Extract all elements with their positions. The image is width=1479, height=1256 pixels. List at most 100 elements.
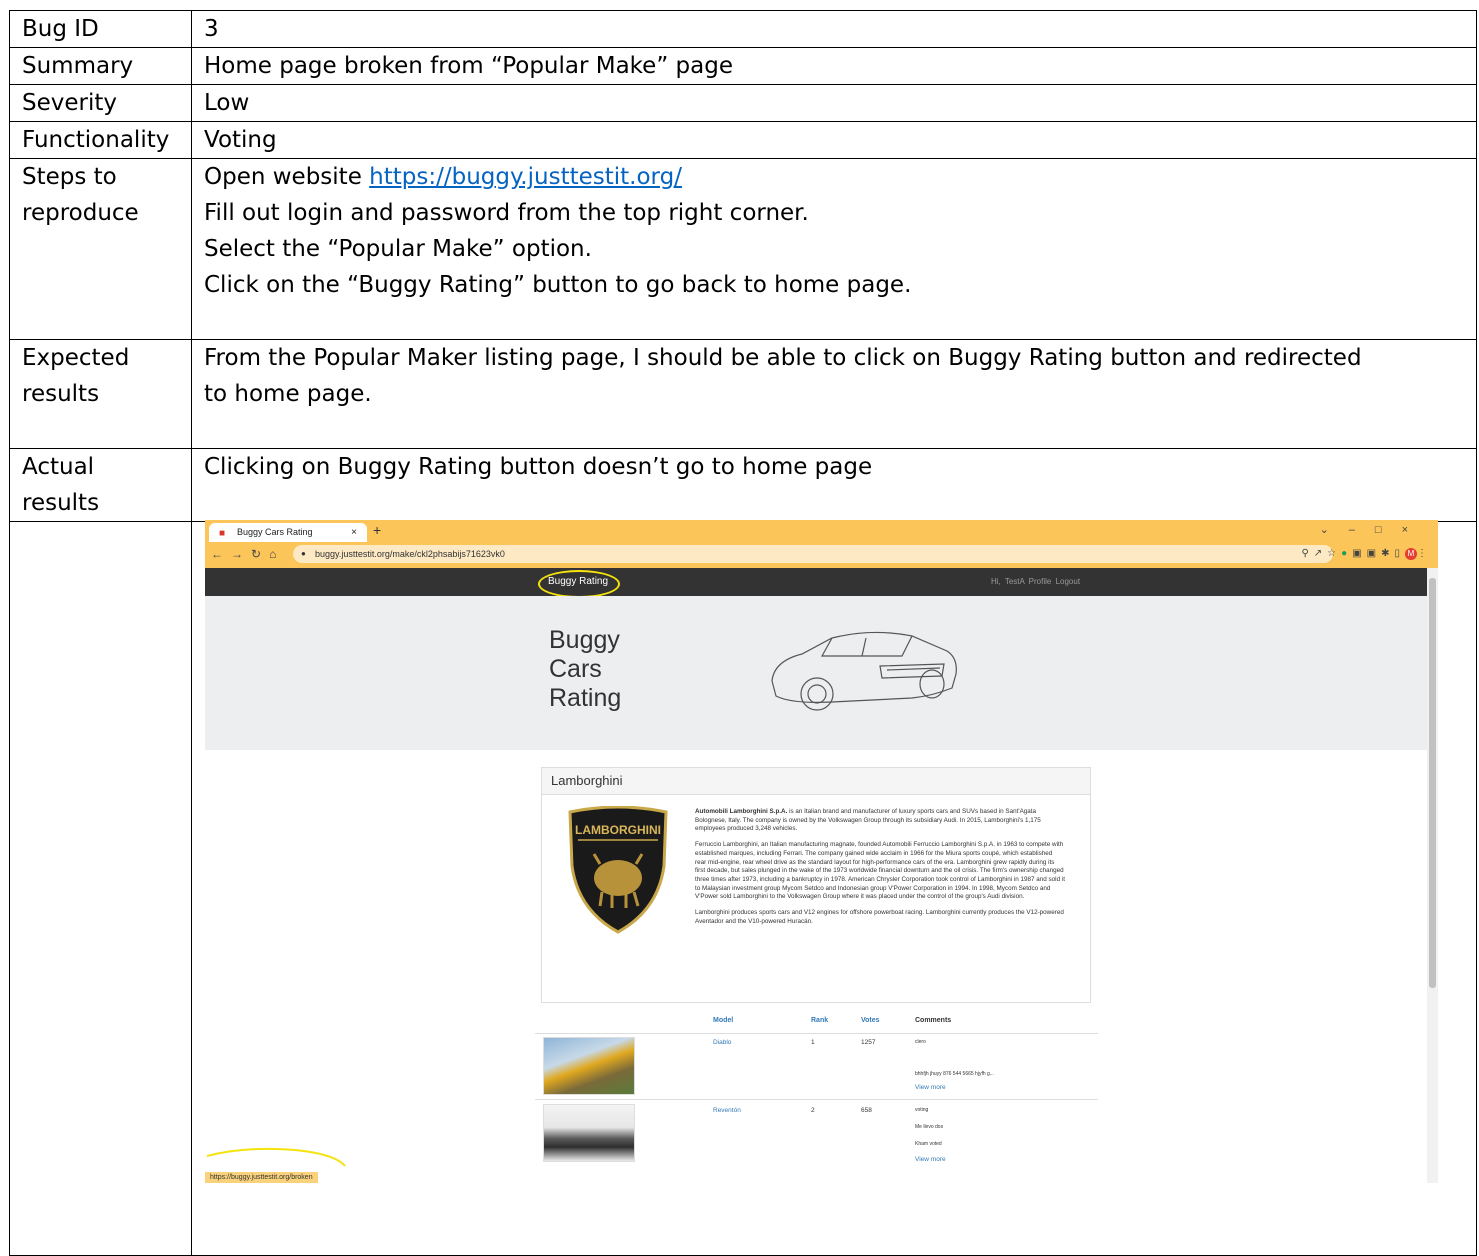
website-viewport: Buggy Rating Hi, TestA Profile Logout Bu…: [205, 568, 1427, 1183]
bug-id-label: Bug ID: [9, 10, 192, 48]
user-menu: Hi, TestA Profile Logout: [991, 577, 1080, 586]
user-greeting: Hi, TestA: [991, 577, 1025, 586]
back-icon[interactable]: ←: [211, 547, 231, 561]
row-2-rank: 2: [811, 1107, 815, 1114]
hero-title: Buggy Cars Rating: [549, 626, 669, 713]
row-steps: Steps to reproduce Open website https://…: [9, 158, 1477, 340]
summary-label: Summary: [9, 47, 192, 85]
row-2-model[interactable]: Reventón: [713, 1107, 741, 1114]
restore-icon[interactable]: □: [1375, 524, 1402, 536]
row-1-model[interactable]: Diablo: [713, 1039, 731, 1046]
row-expected: Expected results From the Popular Maker …: [9, 339, 1477, 449]
row-2-votes: 658: [861, 1107, 872, 1114]
logo-text: LAMBORGHINI: [575, 823, 661, 837]
zoom-icon[interactable]: ⚲: [1301, 548, 1313, 559]
row-2-comment-2: Me llevo dos: [915, 1124, 944, 1130]
functionality-label: Functionality: [9, 121, 192, 159]
expected-label-line-2: results: [22, 381, 100, 407]
row-functionality: Functionality Voting: [9, 121, 1477, 159]
share-icon[interactable]: ↗: [1314, 548, 1327, 559]
reload-icon[interactable]: ↻: [251, 547, 269, 561]
desc-paragraph-1: Automobili Lamborghini S.p.A. is an Ital…: [695, 808, 1065, 834]
tab-title: Buggy Cars Rating: [237, 527, 313, 537]
expected-line-1: From the Popular Maker listing page, I s…: [204, 345, 1362, 371]
steps-value: Open website https://buggy.justtestit.or…: [191, 158, 1477, 340]
reventon-thumbnail[interactable]: [543, 1104, 635, 1162]
hero-title-line-3: Rating: [549, 684, 622, 712]
extension-icons: ⚲↗☆●▣▣✱▯ M ⋮: [1301, 548, 1432, 560]
expected-label: Expected results: [9, 339, 192, 449]
website-link[interactable]: https://buggy.justtestit.org/: [369, 164, 682, 190]
row-1-view-more[interactable]: View more: [915, 1084, 946, 1091]
url-field[interactable]: ● buggy.justtestit.org/make/ckl2phsabijs…: [293, 545, 1333, 563]
row-1-comment-2: bhhfjh jhuyy 876 544 5665 hjyfh g...: [915, 1071, 994, 1077]
car-sketch-icon: [771, 631, 957, 711]
extension-icon-2[interactable]: ▣: [1367, 548, 1381, 559]
nav-buttons: ←→↻⌂: [211, 547, 284, 561]
address-bar-row: ←→↻⌂ ● buggy.justtestit.org/make/ckl2phs…: [205, 542, 1438, 568]
severity-label: Severity: [9, 84, 192, 122]
step-open-prefix: Open website: [204, 164, 370, 190]
close-window-icon[interactable]: ×: [1402, 524, 1428, 536]
puzzle-icon[interactable]: ✱: [1381, 548, 1394, 559]
hero-banner: Buggy Cars Rating: [205, 596, 1427, 750]
header-divider: [535, 1033, 1098, 1034]
star-icon[interactable]: ☆: [1327, 548, 1341, 559]
header-model[interactable]: Model: [713, 1017, 733, 1024]
make-description: Automobili Lamborghini S.p.A. is an Ital…: [695, 808, 1065, 933]
forward-icon[interactable]: →: [231, 547, 251, 561]
desc-paragraph-3: Lamborghini produces sports cars and V12…: [695, 909, 1064, 925]
step-2: Select the “Popular Make” option.: [204, 236, 592, 262]
minimize-icon[interactable]: –: [1349, 524, 1375, 536]
evidence-screenshot: ■ Buggy Cars Rating × + ⌄–□× ←→↻⌂ ● bugg…: [205, 520, 1438, 1183]
row-2-view-more[interactable]: View more: [915, 1156, 946, 1163]
menu-icon[interactable]: ⋮: [1417, 548, 1432, 559]
actual-label-line-2: results: [22, 490, 100, 516]
highlight-circle: [538, 570, 620, 598]
expected-label-line-1: Expected: [22, 345, 130, 371]
home-icon[interactable]: ⌂: [269, 547, 284, 561]
sidepanel-icon[interactable]: ▯: [1394, 548, 1405, 559]
steps-label-line-2: reproduce: [22, 200, 139, 226]
logout-link[interactable]: Logout: [1056, 577, 1080, 586]
hero-title-line-2: Cars: [549, 655, 602, 683]
steps-label: Steps to reproduce: [9, 158, 192, 340]
row-1-comment-1: clero: [915, 1039, 926, 1045]
lock-icon: ●: [301, 549, 306, 558]
row-severity: Severity Low: [9, 84, 1477, 122]
header-votes[interactable]: Votes: [861, 1017, 880, 1024]
highlight-underline: [206, 1147, 346, 1167]
bug-id-value: 3: [191, 10, 1477, 48]
summary-value: Home page broken from “Popular Make” pag…: [191, 47, 1477, 85]
step-3: Click on the “Buggy Rating” button to go…: [204, 272, 912, 298]
profile-link[interactable]: Profile: [1029, 577, 1052, 586]
grammarly-icon[interactable]: ●: [1341, 548, 1352, 559]
severity-value: Low: [191, 84, 1477, 122]
scrollbar-thumb[interactable]: [1429, 578, 1436, 988]
hero-title-line-1: Buggy: [549, 626, 620, 654]
browser-tab[interactable]: ■ Buggy Cars Rating ×: [209, 523, 367, 542]
screenshot-label-cell: [9, 521, 192, 1256]
step-1: Fill out login and password from the top…: [204, 200, 809, 226]
header-rank[interactable]: Rank: [811, 1017, 828, 1024]
status-bar-url: https://buggy.justtestit.org/broken: [205, 1172, 318, 1183]
actual-label: Actual results: [9, 448, 192, 522]
desc-paragraph-2: Ferruccio Lamborghini, an Italian manufa…: [695, 841, 1065, 901]
row-2-comment-3: Kham voted: [915, 1141, 942, 1147]
row-actual: Actual results Clicking on Buggy Rating …: [9, 448, 1477, 522]
extension-icon[interactable]: ▣: [1352, 548, 1366, 559]
expected-line-2: to home page.: [204, 381, 372, 407]
header-comments: Comments: [915, 1017, 952, 1024]
avatar[interactable]: M: [1405, 548, 1417, 560]
scrollbar[interactable]: [1427, 568, 1438, 1183]
row-divider: [535, 1099, 1098, 1100]
tab-close-icon[interactable]: ×: [351, 523, 357, 542]
browser-tab-bar: ■ Buggy Cars Rating × + ⌄–□×: [205, 520, 1438, 542]
diablo-thumbnail[interactable]: [543, 1037, 635, 1095]
make-card: Lamborghini LAMBORGHINI Automobili Lambo…: [541, 767, 1091, 1003]
row-summary: Summary Home page broken from “Popular M…: [9, 47, 1477, 85]
desc-lead: Automobili Lamborghini S.p.A.: [695, 808, 788, 815]
chevron-down-icon[interactable]: ⌄: [1320, 524, 1349, 536]
actual-label-line-1: Actual: [22, 454, 95, 480]
new-tab-icon[interactable]: +: [373, 522, 381, 538]
